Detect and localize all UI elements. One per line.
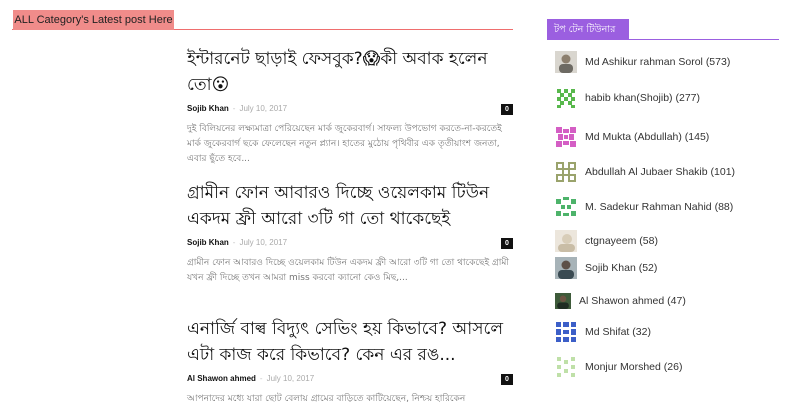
tuner-name-text[interactable]: ctgnayeem [585, 235, 636, 247]
meta-separator: - [259, 374, 263, 383]
section-title-tab: ALL Category's Latest post Here [13, 10, 174, 30]
tuner-name: habib khan(Shojib) (277) [585, 92, 700, 104]
user-avatar [555, 293, 571, 309]
post-title-link[interactable]: ইন্টারনেট ছাড়াই ফেসবুক?😱কী অবাক হলেন তো… [187, 46, 513, 98]
user-avatar [555, 230, 577, 252]
post-card: ইন্টারনেট ছাড়াই ফেসবুক?😱কী অবাক হলেন তো… [187, 46, 513, 167]
identicon-avatar [555, 87, 577, 109]
tuner-count: (32) [632, 326, 651, 338]
post-title-link[interactable]: গ্রামীন ফোন আবারও দিচ্ছে ওয়েলকাম টিউন এ… [187, 180, 513, 232]
tuner-count: (26) [663, 361, 683, 373]
tuner-count: (47) [667, 295, 686, 307]
tuner-name: Md Shifat (32) [585, 326, 651, 338]
tuner-item[interactable]: M. Sadekur Rahman Nahid (88) [555, 195, 733, 219]
comment-count-badge[interactable]: 0 [501, 104, 513, 115]
tuner-item[interactable]: Md Shifat (32) [555, 320, 651, 344]
tuner-count: (145) [684, 131, 710, 143]
post-card: গ্রামীন ফোন আবারও দিচ্ছে ওয়েলকাম টিউন এ… [187, 180, 513, 286]
tuner-item[interactable]: habib khan(Shojib) (277) [555, 86, 700, 110]
post-title-link[interactable]: এনার্জি বাল্ব বিদ্যুৎ সেভিং হয় কিভাবে? … [187, 316, 513, 368]
tuner-name-text[interactable]: Monjur Morshed [585, 361, 661, 373]
tuner-name: Al Shawon ahmed (47) [579, 295, 686, 307]
tuner-item[interactable]: Abdullah Al Jubaer Shakib (101) [555, 160, 735, 184]
tuner-name-text[interactable]: Abdullah Al Jubaer Shakib [585, 166, 708, 178]
identicon-avatar [555, 161, 577, 183]
tuner-name-text[interactable]: Sojib Khan [585, 262, 636, 274]
tuner-name: Sojib Khan (52) [585, 262, 657, 274]
sidebar-title: টপ টেন টিউনার [547, 19, 629, 40]
tuner-name: Abdullah Al Jubaer Shakib (101) [585, 166, 735, 178]
post-author-link[interactable]: Sojib Khan [187, 104, 229, 113]
post-date: July 10, 2017 [239, 104, 288, 113]
post-excerpt: আপনাদের মধ্যে যারা ছোট বেলায় গ্রামের বা… [187, 394, 466, 402]
post-date: July 10, 2017 [266, 374, 315, 383]
tuner-count: (52) [638, 262, 658, 274]
post-meta: Sojib Khan - July 10, 2017 0 [187, 236, 513, 250]
tuner-count: (277) [675, 92, 700, 104]
tuner-name: Monjur Morshed (26) [585, 361, 682, 373]
tuner-name: M. Sadekur Rahman Nahid (88) [585, 201, 733, 213]
tuner-name: Md Mukta (Abdullah) (145) [585, 131, 709, 143]
identicon-avatar [555, 356, 577, 378]
meta-separator: - [232, 238, 236, 247]
comment-count-badge[interactable]: 0 [501, 238, 513, 249]
identicon-avatar [555, 196, 577, 218]
tuner-name-text[interactable]: Md Mukta (Abdullah) [585, 131, 682, 143]
comment-count-badge[interactable]: 0 [501, 374, 513, 385]
tuner-name-text[interactable]: habib khan(Shojib) [585, 92, 673, 104]
tuner-name-text[interactable]: Al Shawon ahmed [579, 295, 664, 307]
tuner-name-text[interactable]: M. Sadekur Rahman Nahid [585, 201, 712, 213]
post-excerpt: গ্রামীন ফোন আবারও দিচ্ছে ওয়েলকাম টিউন এ… [187, 258, 509, 283]
tuner-count: (573) [705, 56, 731, 68]
tuner-item[interactable]: ctgnayeem (58) [555, 229, 658, 253]
tuner-item[interactable]: Monjur Morshed (26) [555, 355, 682, 379]
tuner-name: ctgnayeem (58) [585, 235, 658, 247]
tuner-item[interactable]: Al Shawon ahmed (47) [555, 289, 686, 313]
user-avatar [555, 257, 577, 279]
tuner-count: (88) [714, 201, 734, 213]
post-excerpt: দুই বিলিয়নের লক্ষ্যমাত্রা পেরিয়েছেন মা… [187, 124, 502, 164]
meta-separator: - [232, 104, 236, 113]
post-date: July 10, 2017 [239, 238, 288, 247]
tuner-item[interactable]: Sojib Khan (52) [555, 256, 657, 280]
tuner-item[interactable]: Md Mukta (Abdullah) (145) [555, 125, 709, 149]
post-author-link[interactable]: Sojib Khan [187, 238, 229, 247]
identicon-avatar [555, 321, 577, 343]
tuner-name: Md Ashikur rahman Sorol (573) [585, 56, 730, 68]
post-meta: Sojib Khan - July 10, 2017 0 [187, 102, 513, 116]
post-meta: Al Shawon ahmed - July 10, 2017 0 [187, 372, 513, 386]
tuner-name-text[interactable]: Md Shifat [585, 326, 629, 338]
tuner-count: (58) [639, 235, 658, 247]
post-card: এনার্জি বাল্ব বিদ্যুৎ সেভিং হয় কিভাবে? … [187, 316, 513, 402]
tuner-count: (101) [710, 166, 736, 178]
tuner-item[interactable]: Md Ashikur rahman Sorol (573) [555, 50, 730, 74]
user-avatar [555, 51, 577, 73]
identicon-avatar [555, 126, 577, 148]
sidebar-divider [547, 39, 779, 40]
tuner-name-text[interactable]: Md Ashikur rahman Sorol [585, 56, 703, 68]
post-author-link[interactable]: Al Shawon ahmed [187, 374, 256, 383]
